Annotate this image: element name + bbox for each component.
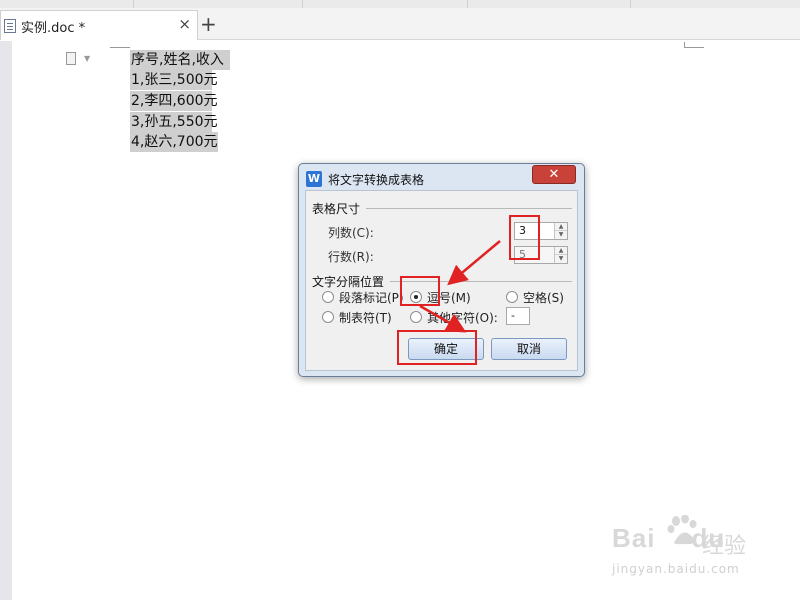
watermark-product: 经验	[702, 534, 747, 559]
arrow-to-ok	[419, 304, 467, 333]
arrow-to-comma	[447, 240, 501, 286]
watermark-brand: Bai	[612, 523, 656, 553]
annotation-arrows	[419, 240, 501, 333]
baidu-paw-icon	[667, 515, 697, 545]
watermark-url: jingyan.baidu.com	[612, 562, 740, 576]
